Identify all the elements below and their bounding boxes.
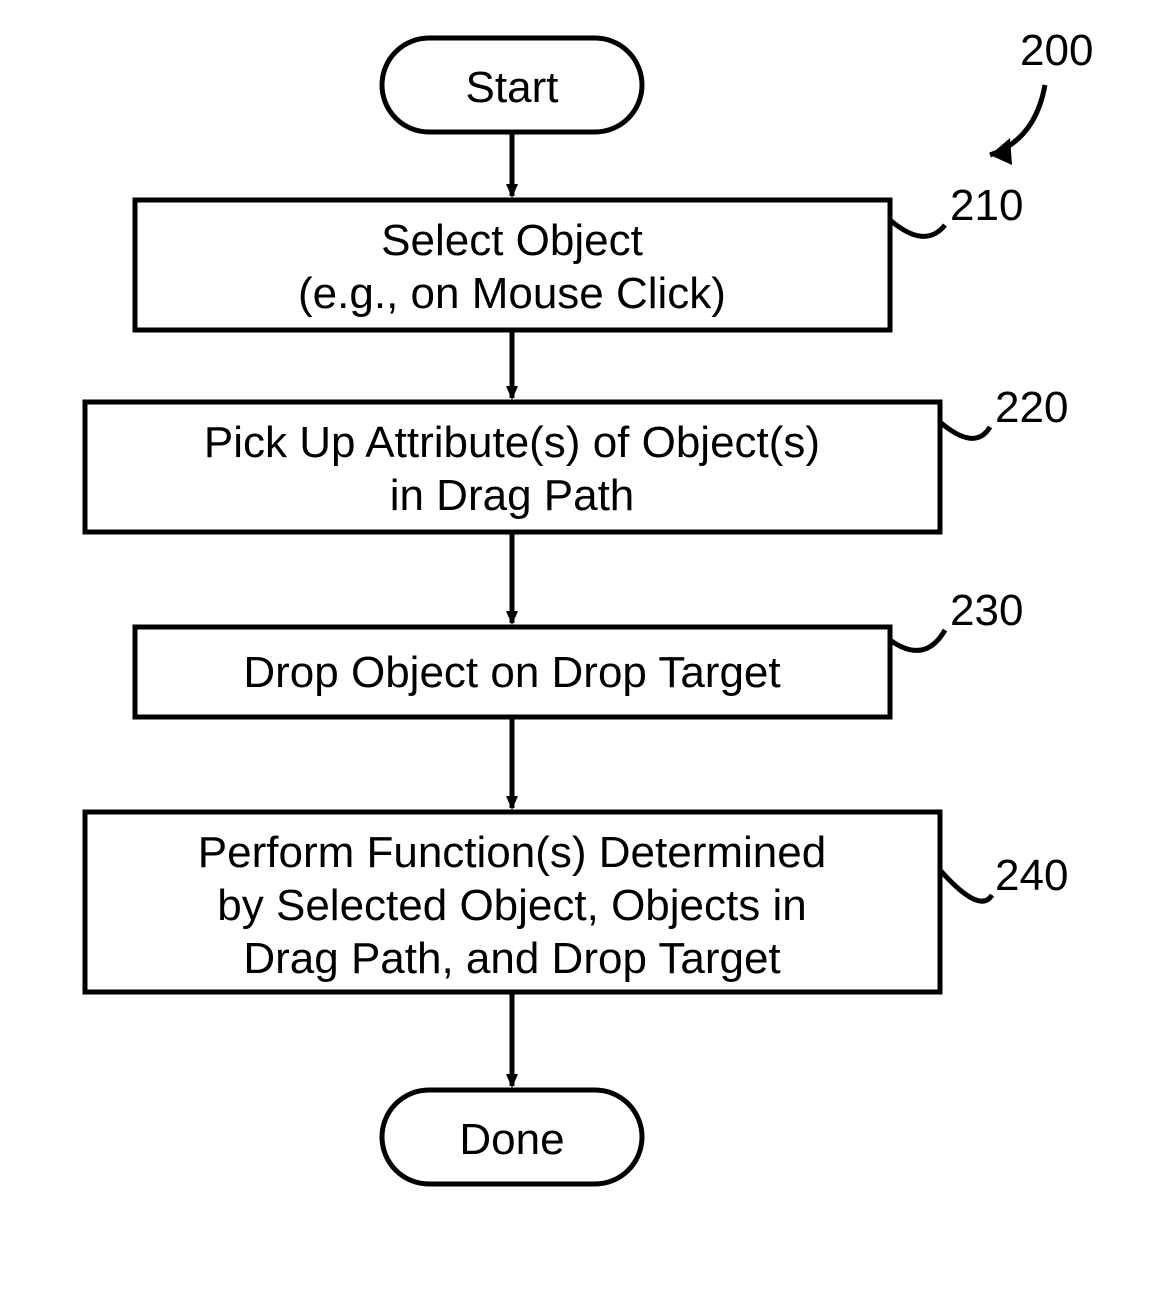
leader [940,422,990,438]
step-220-ref: 220 [995,383,1068,432]
step-240-line3: Drag Path, and Drop Target [243,934,780,983]
step-230-line1: Drop Object on Drop Target [243,648,780,697]
leader [940,870,992,901]
step-220-line2: in Drag Path [390,471,635,520]
step-240-line2: by Selected Object, Objects in [217,881,806,930]
step-240-line1: Perform Function(s) Determined [198,828,826,877]
step-210: Select Object (e.g., on Mouse Click) 210 [135,181,1023,330]
start-text: Start [466,63,559,112]
figure-label-text: 200 [1020,26,1093,75]
done-terminator: Done [382,1090,642,1184]
step-240-ref: 240 [995,851,1068,900]
leader [890,630,945,650]
step-220: Pick Up Attribute(s) of Object(s) in Dra… [85,383,1068,532]
figure-label: 200 [990,26,1093,165]
step-210-line1: Select Object [381,216,643,265]
step-230: Drop Object on Drop Target 230 [135,586,1023,717]
step-210-ref: 210 [950,181,1023,230]
step-220-line1: Pick Up Attribute(s) of Object(s) [204,418,820,467]
step-210-line2: (e.g., on Mouse Click) [298,269,726,318]
leader [890,220,945,236]
flowchart-diagram: 200 Start Select Object (e.g., on Mouse … [0,0,1175,1316]
start-terminator: Start [382,38,642,132]
step-230-ref: 230 [950,586,1023,635]
done-text: Done [459,1115,564,1164]
step-240: Perform Function(s) Determined by Select… [85,812,1068,992]
